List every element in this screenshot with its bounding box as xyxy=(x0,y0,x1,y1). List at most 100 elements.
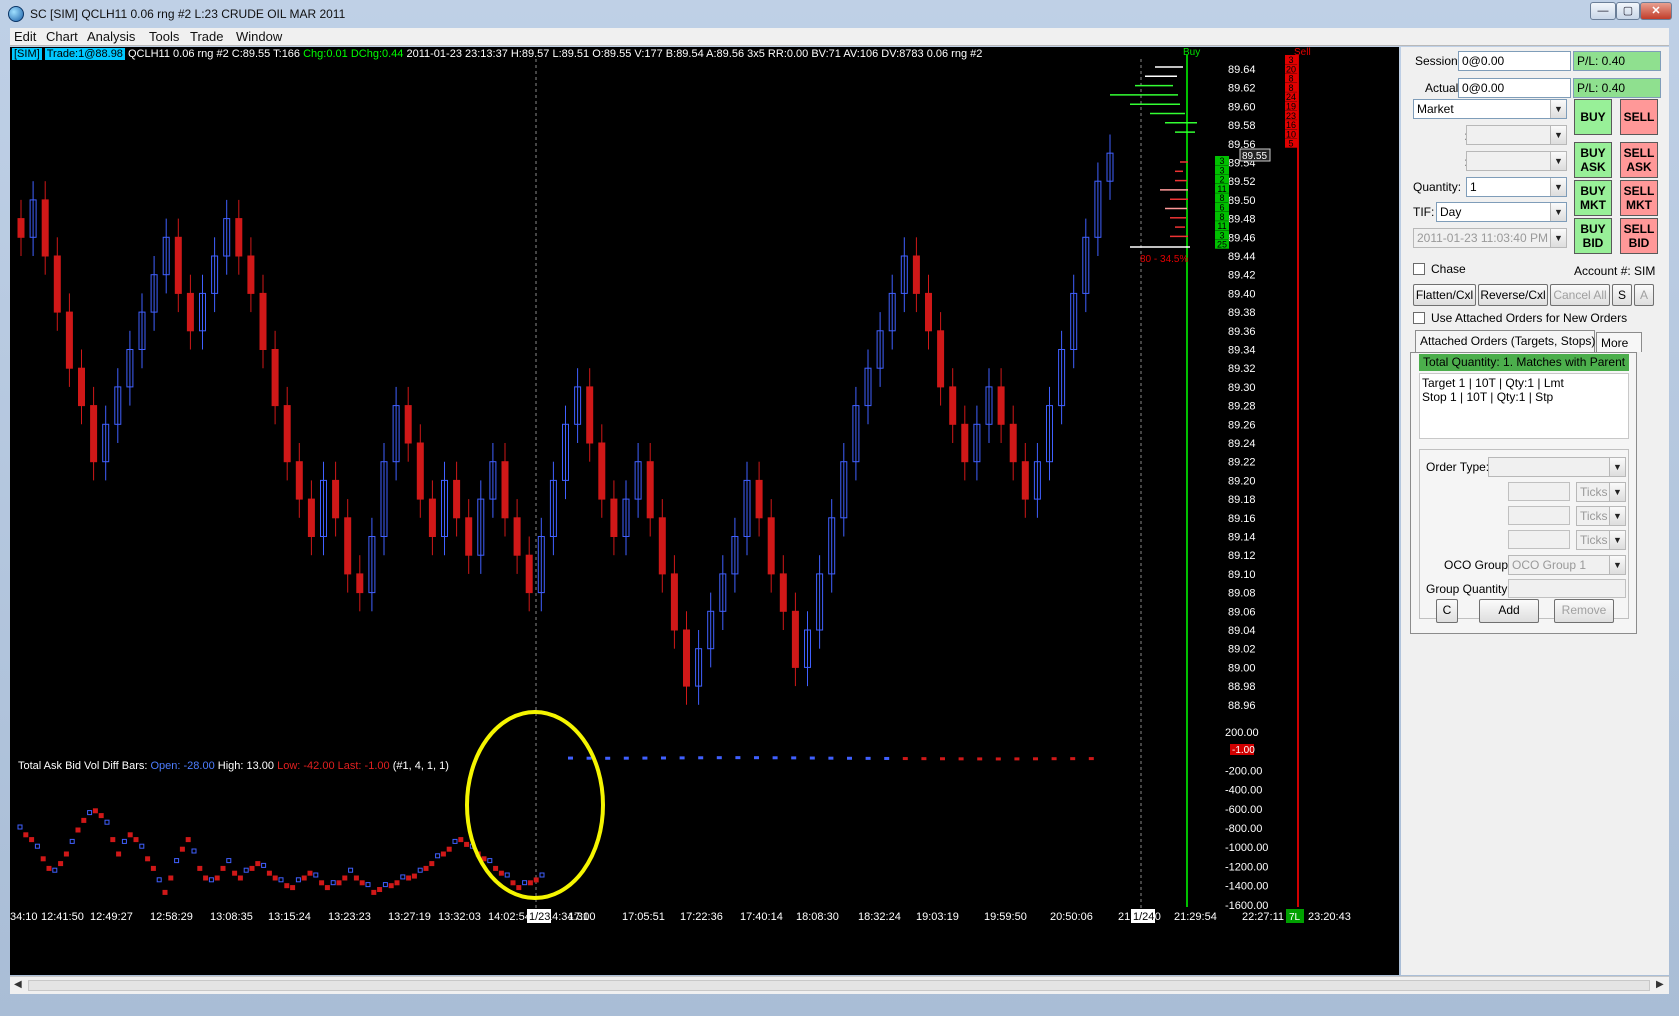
menu-analysis[interactable]: Analysis xyxy=(87,29,135,44)
dom-buy-label: Buy xyxy=(1183,47,1200,58)
indicator-bar xyxy=(504,872,510,878)
sell-button-label: SELL xyxy=(1623,110,1655,124)
scroll-right-icon[interactable]: ▶ xyxy=(1656,979,1664,990)
indicator-bar xyxy=(940,757,945,761)
indicator-bar xyxy=(214,875,220,881)
menu-chart[interactable]: Chart xyxy=(46,29,78,44)
indicator-bar xyxy=(185,837,191,843)
buy-button[interactable]: BUY xyxy=(1574,99,1612,135)
indicator-bar xyxy=(220,865,226,871)
indicator-bar xyxy=(58,861,64,867)
s-button[interactable]: S xyxy=(1612,284,1632,306)
time-tick-label: 21:29:54 xyxy=(1174,911,1217,923)
indicator-bar xyxy=(406,875,412,881)
sell-market-button[interactable]: SELL MKT xyxy=(1620,180,1658,216)
indicator-bar xyxy=(388,883,394,889)
cancel-all-button[interactable]: Cancel All xyxy=(1550,284,1610,306)
indicator-params: (#1, 4, 1, 1) xyxy=(392,760,449,772)
quantity-select[interactable]: 1 ▼ xyxy=(1466,177,1567,197)
sell-button[interactable]: SELL xyxy=(1620,99,1658,135)
indicator-bar xyxy=(145,856,151,862)
tif-select[interactable]: Day ▼ xyxy=(1436,202,1567,222)
date-mark-label: 1/24 xyxy=(1133,911,1154,923)
indicator-bar xyxy=(377,887,383,893)
price-candle-body xyxy=(767,517,775,575)
indicator-bar xyxy=(754,756,759,760)
price-candle-body xyxy=(586,386,594,444)
sell-bid-button[interactable]: SELL BID xyxy=(1620,218,1658,254)
price-tick-label: 89.62 xyxy=(1228,83,1256,95)
trade-tag: Trade:1@88.98 xyxy=(44,48,125,60)
a-button[interactable]: A xyxy=(1634,284,1654,306)
tab-more[interactable]: More xyxy=(1596,332,1642,352)
reverse-cancel-button[interactable]: Reverse/Cxl xyxy=(1478,284,1548,306)
indicator-bar xyxy=(586,756,592,760)
window-title: SC [SIM] QCLH11 0.06 rng #2 L:23 CRUDE O… xyxy=(30,7,346,21)
minimize-button[interactable]: — xyxy=(1590,2,1616,20)
session-pl: P/L: 0.40 xyxy=(1573,51,1661,71)
buy-ask-button[interactable]: BUY ASK xyxy=(1574,142,1612,178)
offset-spinner-1 xyxy=(1508,482,1570,501)
indicator-bar xyxy=(498,870,504,876)
scroll-left-icon[interactable]: ◀ xyxy=(14,979,22,990)
menu-tools[interactable]: Tools xyxy=(149,29,179,44)
indicator-bar xyxy=(481,856,487,862)
menu-edit[interactable]: Edit xyxy=(14,29,36,44)
offset-spinner-3 xyxy=(1508,530,1570,549)
flatten-cancel-button[interactable]: Flatten/Cxl xyxy=(1413,284,1476,306)
group-quantity-spinner xyxy=(1508,579,1626,598)
indicator-bar xyxy=(353,875,359,881)
clear-c-button[interactable]: C xyxy=(1436,599,1458,623)
time-tick-label: 17:40:14 xyxy=(740,911,783,923)
add-button[interactable]: Add xyxy=(1479,599,1539,623)
order-item-target[interactable]: Target 1 | 10T | Qty:1 | Lmt xyxy=(1422,376,1626,390)
order-item-stop[interactable]: Stop 1 | 10T | Qty:1 | Stp xyxy=(1422,390,1626,404)
chevron-down-icon: ▼ xyxy=(1609,507,1625,525)
sell-mkt-label: SELL MKT xyxy=(1623,184,1655,212)
price-candle-body xyxy=(525,554,533,594)
price-chart[interactable]: 89.64 89.62 89.60 89.58 89.56 89.54 89.52 89.50… xyxy=(10,47,1399,975)
chase-checkbox[interactable] xyxy=(1413,263,1425,275)
price-tick-label: 89.28 xyxy=(1228,401,1256,413)
time-tick-label: 22:27:11 xyxy=(1242,911,1284,923)
indicator-bar xyxy=(884,756,890,760)
indicator-bar xyxy=(417,867,423,873)
indicator-tick-label: -200.00 xyxy=(1225,765,1262,777)
buy-market-button[interactable]: BUY MKT xyxy=(1574,180,1612,216)
indicator-bar xyxy=(1033,757,1038,761)
indicator-bar xyxy=(272,875,278,881)
price-tick-label: 89.08 xyxy=(1228,588,1256,600)
price-candle-body xyxy=(465,517,473,556)
indicator-tick-label: -1600.00 xyxy=(1225,900,1268,912)
scrollbar-thumb[interactable] xyxy=(28,980,1650,991)
menu-trade[interactable]: Trade xyxy=(190,29,223,44)
buy-bid-button[interactable]: BUY BID xyxy=(1574,218,1612,254)
sell-ask-button[interactable]: SELL ASK xyxy=(1620,142,1658,178)
horizontal-scrollbar[interactable]: ◀ ▶ xyxy=(10,976,1669,994)
indicator-bar xyxy=(162,889,168,895)
buy-ask-label: BUY ASK xyxy=(1580,146,1606,174)
tab-attached-orders[interactable]: Attached Orders (Targets, Stops) xyxy=(1415,330,1595,352)
chevron-down-icon: ▼ xyxy=(1550,152,1566,170)
indicator-tick-label: -600.00 xyxy=(1225,804,1262,816)
chart-canvas[interactable]: 89.6489.6289.6089.5889.5689.5489.5289.50… xyxy=(10,47,1399,975)
order-type-select[interactable]: Market ▼ xyxy=(1413,99,1567,119)
indicator-bar xyxy=(623,756,629,760)
remove-button[interactable]: Remove xyxy=(1554,599,1614,623)
app-globe-icon xyxy=(8,6,24,22)
indicator-bar xyxy=(156,877,162,883)
price-candle-body xyxy=(610,498,618,538)
indicator-bar xyxy=(446,846,452,852)
indicator-bar xyxy=(429,861,435,867)
price-candle-body xyxy=(259,292,267,350)
price-candle-body xyxy=(670,573,678,631)
close-button[interactable]: ✕ xyxy=(1640,2,1672,20)
menu-window[interactable]: Window xyxy=(236,29,282,44)
attached-orders-list[interactable]: Target 1 | 10T | Qty:1 | Lmt Stop 1 | 10… xyxy=(1419,373,1629,439)
indicator-bar xyxy=(23,832,29,838)
use-attached-orders-checkbox-visible[interactable] xyxy=(1413,312,1425,324)
maximize-button[interactable]: ▢ xyxy=(1616,2,1640,20)
indicator-bar xyxy=(278,877,284,883)
indicator-bar xyxy=(63,851,69,857)
time-tick-label: 13:27:19 xyxy=(388,911,431,923)
